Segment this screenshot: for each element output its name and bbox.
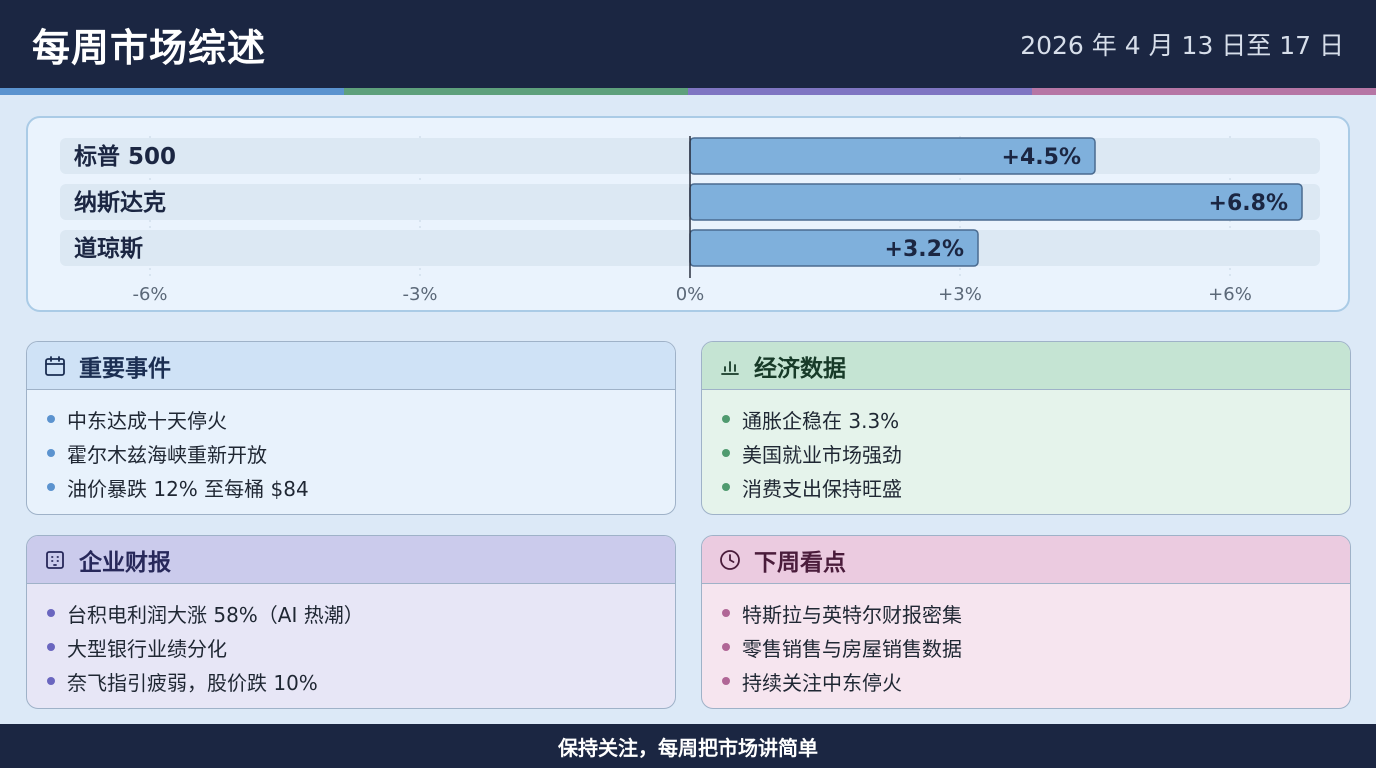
list-item: 消费支出保持旺盛 [722, 470, 1350, 504]
list-item: 通胀企稳在 3.3% [722, 402, 1350, 436]
header-bar: 每周市场综述 2026 年 4 月 13 日至 17 日 [0, 0, 1376, 88]
list-item-text: 大型银行业绩分化 [67, 636, 227, 661]
list-item-text: 特斯拉与英特尔财报密集 [742, 602, 962, 627]
category-label: 纳斯达克 [74, 189, 166, 216]
footer-bar: 保持关注，每周把市场讲简单 [0, 724, 1376, 768]
bullet-dot [722, 449, 730, 457]
list-item: 霍尔木兹海峡重新开放 [47, 436, 675, 470]
bullet-dot [47, 609, 55, 617]
bullet-dot [722, 415, 730, 423]
list-item-text: 霍尔木兹海峡重新开放 [67, 442, 267, 467]
bullet-dot [47, 415, 55, 423]
value-label: +4.5% [1002, 145, 1081, 170]
list-item-text: 油价暴跌 12% 至每桶 $84 [67, 476, 309, 501]
page-title: 每周市场综述 [32, 25, 267, 70]
tick-label: +6% [1208, 284, 1252, 305]
list-item: 特斯拉与英特尔财报密集 [722, 596, 1350, 630]
date-range: 2026 年 4 月 13 日至 17 日 [1020, 31, 1344, 60]
value-label: +3.2% [885, 237, 964, 262]
list-item: 美国就业市场强劲 [722, 436, 1350, 470]
bar-chart-svg: 标普 500 纳斯达克道琼斯 +4.5% +6.8% +3.2% -6% -3% 0% +3% +… [60, 136, 1320, 305]
accent-strip [0, 88, 1376, 95]
card-earnings: 企业财报 台积电利润大涨 58%（AI 热潮） 大型银行业绩分化 奈飞指引疲弱，… [26, 535, 676, 709]
list-item-text: 美国就业市场强劲 [742, 442, 902, 467]
event-list: 中东达成十天停火 霍尔木兹海峡重新开放 油价暴跌 12% 至每桶 $84 [27, 390, 675, 504]
earnings-list: 台积电利润大涨 58%（AI 热潮） 大型银行业绩分化 奈飞指引疲弱，股价跌 1… [27, 584, 675, 698]
tick-label: -3% [402, 284, 437, 305]
card-next-week: 下周看点 特斯拉与英特尔财报密集 零售销售与房屋销售数据 持续关注中东停火 [701, 535, 1351, 709]
list-item: 台积电利润大涨 58%（AI 热潮） [47, 596, 675, 630]
bullet-dot [47, 449, 55, 457]
bullet-dot [47, 483, 55, 491]
bullet-dot [722, 483, 730, 491]
next-week-list: 特斯拉与英特尔财报密集 零售销售与房屋销售数据 持续关注中东停火 [702, 584, 1350, 698]
list-item-text: 台积电利润大涨 58%（AI 热潮） [67, 602, 364, 627]
bullet-dot [722, 677, 730, 685]
list-item-text: 零售销售与房屋销售数据 [742, 636, 962, 661]
index-performance-chart: 标普 500 纳斯达克道琼斯 +4.5% +6.8% +3.2% -6% -3% 0% +3% +… [26, 116, 1350, 312]
card-header: 企业财报 [27, 536, 675, 584]
list-item: 油价暴跌 12% 至每桶 $84 [47, 470, 675, 504]
bullet-dot [47, 643, 55, 651]
card-title: 下周看点 [754, 549, 846, 576]
card-title: 重要事件 [79, 355, 171, 382]
list-item: 大型银行业绩分化 [47, 630, 675, 664]
list-item-text: 消费支出保持旺盛 [742, 476, 902, 501]
accent-segment-purple [688, 88, 1032, 95]
card-header: 重要事件 [27, 342, 675, 390]
category-label: 道琼斯 [74, 235, 143, 262]
clock-icon [718, 548, 742, 572]
card-title: 经济数据 [754, 355, 846, 382]
card-title: 企业财报 [79, 549, 171, 576]
list-item: 奈飞指引疲弱，股价跌 10% [47, 664, 675, 698]
bullet-dot [47, 677, 55, 685]
list-item-text: 奈飞指引疲弱，股价跌 10% [67, 670, 318, 695]
list-item-text: 通胀企稳在 3.3% [742, 408, 900, 433]
building-icon [43, 548, 67, 572]
list-item: 持续关注中东停火 [722, 664, 1350, 698]
card-key-events: 重要事件 中东达成十天停火 霍尔木兹海峡重新开放 油价暴跌 12% 至每桶 $8… [26, 341, 676, 515]
card-header: 下周看点 [702, 536, 1350, 584]
card-economic-data: 经济数据 通胀企稳在 3.3% 美国就业市场强劲 消费支出保持旺盛 [701, 341, 1351, 515]
economy-list: 通胀企稳在 3.3% 美国就业市场强劲 消费支出保持旺盛 [702, 390, 1350, 504]
list-item: 零售销售与房屋销售数据 [722, 630, 1350, 664]
accent-segment-blue [0, 88, 344, 95]
accent-segment-pink [1032, 88, 1376, 95]
bar-chart-icon [718, 354, 742, 378]
bullet-dot [722, 643, 730, 651]
tick-label: -6% [132, 284, 167, 305]
bullet-dot [722, 609, 730, 617]
list-item: 中东达成十天停火 [47, 402, 675, 436]
slide: 每周市场综述 2026 年 4 月 13 日至 17 日 标普 500 纳斯达克道… [0, 0, 1376, 768]
list-item-text: 中东达成十天停火 [67, 408, 227, 433]
list-item-text: 持续关注中东停火 [742, 670, 902, 695]
tick-label: 0% [676, 284, 705, 305]
category-label: 标普 500 [74, 143, 176, 170]
value-label: +6.8% [1209, 191, 1288, 216]
calendar-icon [43, 354, 67, 378]
accent-segment-green [344, 88, 688, 95]
tick-label: +3% [938, 284, 982, 305]
footer-text: 保持关注，每周把市场讲简单 [558, 735, 818, 760]
card-header: 经济数据 [702, 342, 1350, 390]
